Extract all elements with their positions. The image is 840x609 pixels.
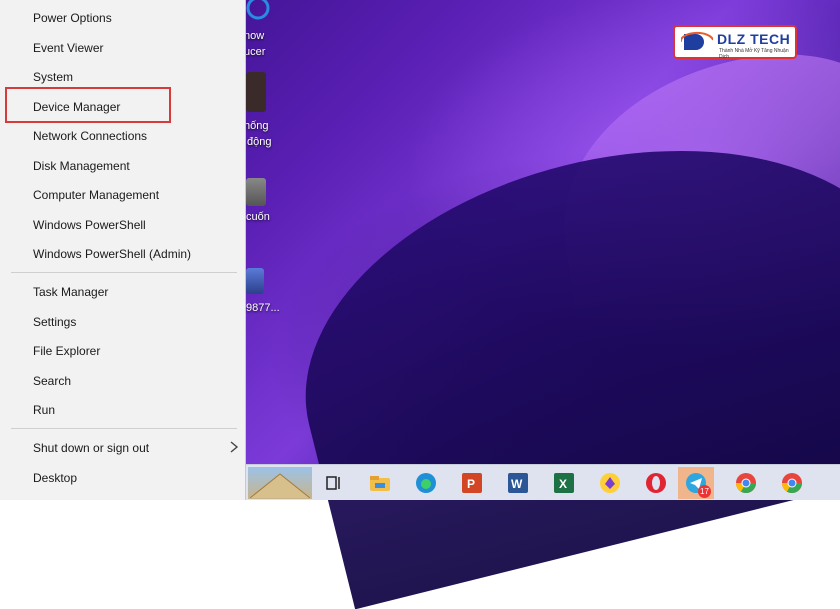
taskbar: P W X 17 <box>246 464 840 500</box>
word-icon: W <box>508 473 528 493</box>
menu-item-run[interactable]: Run <box>0 395 246 424</box>
bridge-thumbnail-icon <box>250 473 310 498</box>
menu-item-label: Network Connections <box>33 129 148 143</box>
task-view-button[interactable] <box>316 467 352 499</box>
menu-item-label: Windows PowerShell (Admin) <box>33 247 192 261</box>
file-explorer-icon <box>370 476 390 491</box>
winx-context-menu: Power Options Event Viewer System Device… <box>0 0 246 500</box>
logo-mark-icon <box>681 31 713 50</box>
menu-item-label: Shut down or sign out <box>33 441 150 455</box>
desktop-icon-4[interactable] <box>246 268 264 294</box>
video-file-icon <box>246 268 264 294</box>
menu-item-label: System <box>33 70 74 84</box>
edge-button[interactable] <box>408 467 444 499</box>
desktop-icon-label-4: 9877... <box>246 302 280 314</box>
powerpoint-icon: P <box>462 473 482 493</box>
desktop-icon-label-3: cuốn <box>246 211 270 223</box>
menu-item-settings[interactable]: Settings <box>0 307 246 336</box>
film-file-icon <box>246 178 266 206</box>
file-explorer-button[interactable] <box>362 467 398 499</box>
menu-item-task-manager[interactable]: Task Manager <box>0 277 246 306</box>
menu-item-label: File Explorer <box>33 344 101 358</box>
telegram-button[interactable]: 17 <box>678 467 714 499</box>
desktop-icon-2[interactable] <box>246 72 266 112</box>
menu-divider <box>11 428 237 429</box>
menu-item-desktop[interactable]: Desktop <box>0 463 246 492</box>
excel-icon: X <box>554 473 574 493</box>
highlight-box <box>5 87 171 123</box>
chrome-button-1[interactable] <box>728 467 764 499</box>
desktop-icon-1[interactable] <box>246 0 270 27</box>
task-view-icon <box>326 476 340 490</box>
desktop-icon-3[interactable] <box>246 178 266 206</box>
start-thumbnail[interactable] <box>248 467 312 499</box>
chrome-button-2[interactable] <box>774 467 810 499</box>
powerpoint-button[interactable]: P <box>454 467 490 499</box>
excel-button[interactable]: X <box>546 467 582 499</box>
opera-icon <box>646 473 666 493</box>
menu-item-label: Desktop <box>33 471 78 485</box>
menu-item-label: Search <box>33 374 72 388</box>
menu-item-computer-management[interactable]: Computer Management <box>0 180 246 209</box>
menu-item-label: Task Manager <box>33 285 109 299</box>
menu-item-search[interactable]: Search <box>0 366 246 395</box>
opera-button[interactable] <box>638 467 674 499</box>
desktop-icon-label-1: now ucer <box>244 30 266 58</box>
wallpaper-wave <box>263 90 840 609</box>
menu-item-label: Settings <box>33 315 77 329</box>
brave-icon <box>600 473 620 493</box>
logo-tagline: Thành Nhà Mở Kỹ Tăng Nhuận Dịch <box>719 48 789 60</box>
menu-item-windows-powershell[interactable]: Windows PowerShell <box>0 210 246 239</box>
desktop-icon-label-2: hống động <box>244 120 272 148</box>
menu-item-file-explorer[interactable]: File Explorer <box>0 336 246 365</box>
menu-item-label: Event Viewer <box>33 41 104 55</box>
menu-item-disk-management[interactable]: Disk Management <box>0 151 246 180</box>
menu-item-windows-powershell-admin[interactable]: Windows PowerShell (Admin) <box>0 239 246 268</box>
menu-item-label: Disk Management <box>33 159 130 173</box>
brave-button[interactable] <box>592 467 628 499</box>
menu-item-label: Computer Management <box>33 188 160 202</box>
menu-item-label: Run <box>33 403 56 417</box>
chevron-right-icon <box>230 441 239 453</box>
brand-logo: DLZ TECH Thành Nhà Mở Kỹ Tăng Nhuận Dịch <box>673 25 797 60</box>
menu-divider <box>11 272 237 273</box>
svg-text:X: X <box>559 477 567 491</box>
menu-item-label: Windows PowerShell <box>33 218 146 232</box>
chrome-icon <box>736 473 756 493</box>
word-button[interactable]: W <box>500 467 536 499</box>
svg-text:P: P <box>467 477 475 491</box>
logo-text: DLZ TECH <box>717 31 791 47</box>
menu-item-shut-down-or-sign-out[interactable]: Shut down or sign out <box>0 433 246 462</box>
edge-shortcut-icon <box>246 0 270 20</box>
chrome-icon <box>782 473 802 493</box>
notification-badge: 17 <box>698 485 711 498</box>
menu-item-network-connections[interactable]: Network Connections <box>0 121 246 150</box>
menu-item-label: Power Options <box>33 11 112 25</box>
menu-item-power-options[interactable]: Power Options <box>0 3 246 32</box>
edge-icon <box>416 473 436 493</box>
menu-item-event-viewer[interactable]: Event Viewer <box>0 33 246 62</box>
shortcut-thumbnail-icon <box>246 72 266 112</box>
svg-text:W: W <box>511 477 523 491</box>
